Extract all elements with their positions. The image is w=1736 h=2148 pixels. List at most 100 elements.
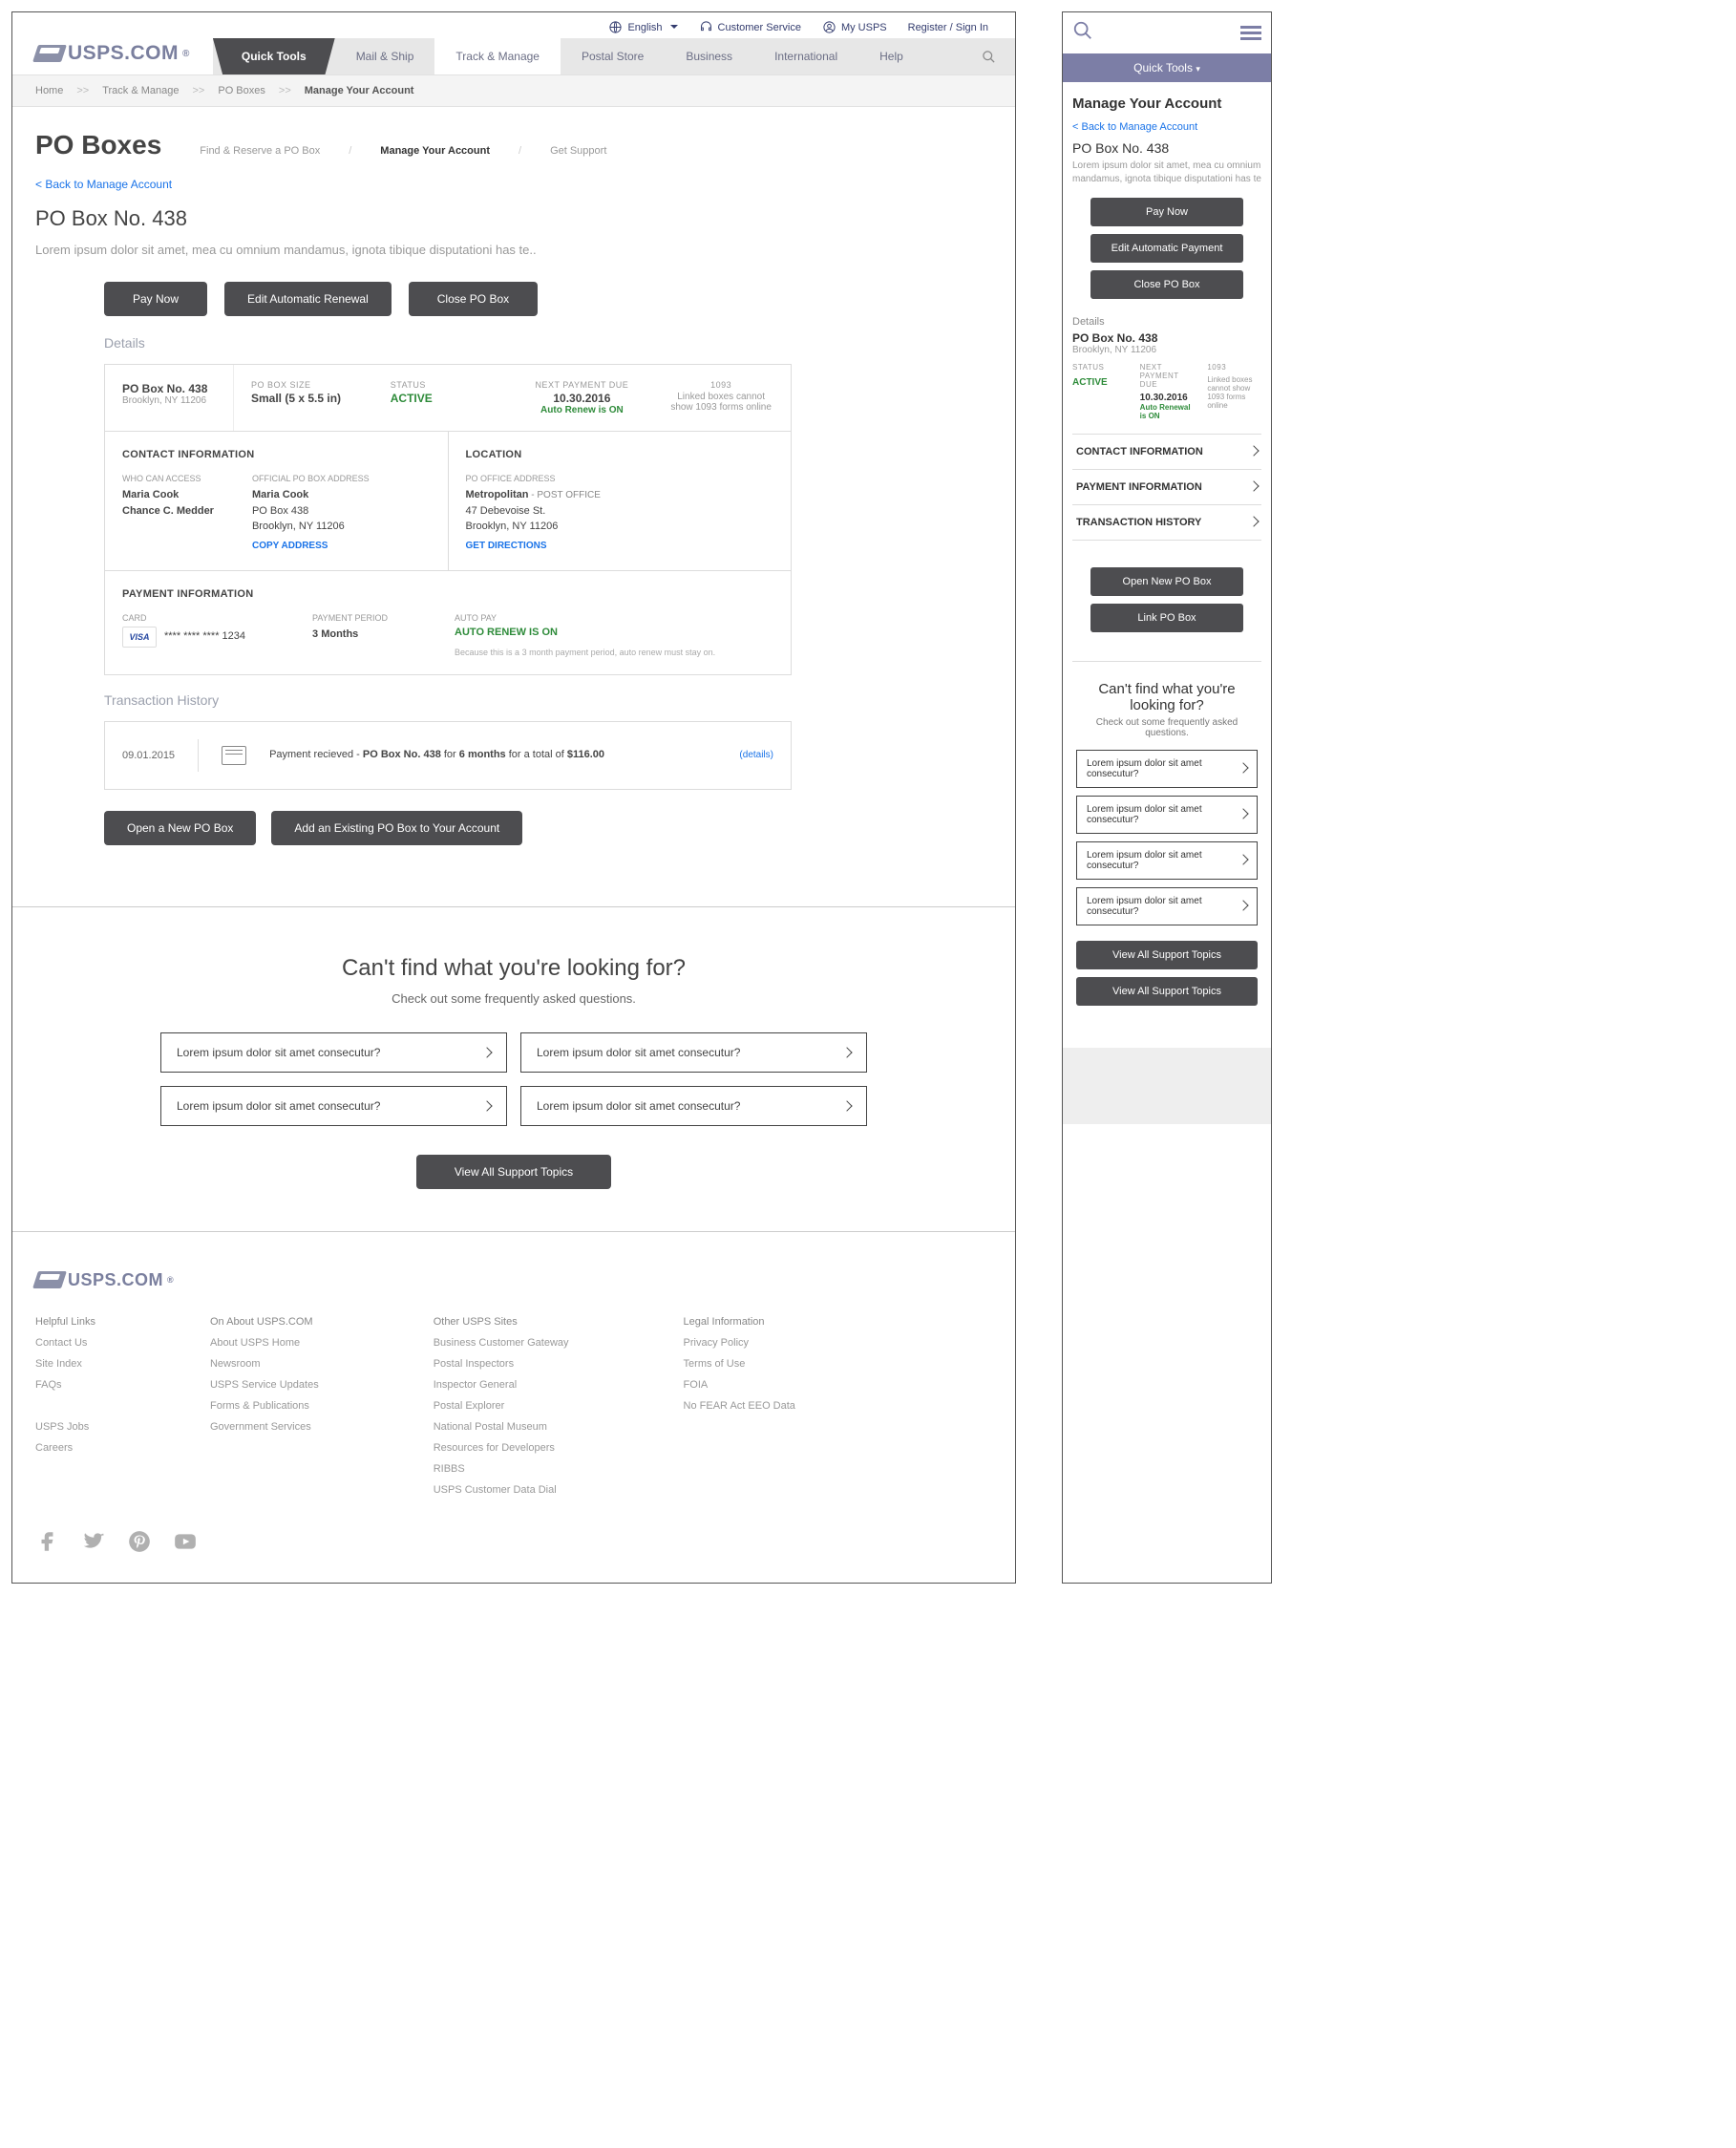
pinterest-icon[interactable] [127, 1529, 152, 1554]
mobile-next-date: 10.30.2016 [1140, 393, 1195, 403]
footer-link[interactable]: FAQs [35, 1374, 95, 1395]
accordion-payment[interactable]: PAYMENT INFORMATION [1072, 470, 1261, 505]
mobile-link-box-button[interactable]: Link PO Box [1090, 604, 1243, 632]
mobile-back-link[interactable]: < Back to Manage Account [1072, 121, 1197, 133]
nav-international[interactable]: International [753, 38, 858, 74]
size-value: Small (5 x 5.5 in) [251, 392, 356, 405]
footer-link[interactable]: Resources for Developers [434, 1437, 569, 1458]
footer-link[interactable]: Newsroom [210, 1353, 319, 1374]
faq-item[interactable]: Lorem ipsum dolor sit amet consecutur? [160, 1086, 507, 1126]
crumb-current: Manage Your Account [305, 85, 414, 96]
logo[interactable]: USPS.COM® [12, 38, 213, 74]
footer-link[interactable]: USPS Jobs [35, 1416, 95, 1437]
nav-help[interactable]: Help [858, 38, 924, 74]
footer-link[interactable]: No FEAR Act EEO Data [684, 1395, 795, 1416]
footer-link[interactable]: Terms of Use [684, 1353, 795, 1374]
mobile-1093-text: Linked boxes cannot show 1093 forms onli… [1207, 375, 1261, 410]
footer-link[interactable]: Privacy Policy [684, 1332, 795, 1353]
footer-link[interactable]: National Postal Museum [434, 1416, 569, 1437]
mobile-box-number: PO Box No. 438 [1072, 331, 1261, 345]
faq-item[interactable]: Lorem ipsum dolor sit amet consecutur? [160, 1032, 507, 1073]
footer-link[interactable]: Government Services [210, 1416, 319, 1437]
payment-period-value: 3 Months [312, 628, 358, 640]
language-selector[interactable]: English [608, 20, 677, 34]
nav-postal-store[interactable]: Postal Store [561, 38, 665, 74]
footer-link[interactable]: Careers [35, 1437, 95, 1458]
address-name: Maria Cook [252, 489, 308, 500]
footer-link[interactable]: Site Index [35, 1353, 95, 1374]
mobile-view-all-button-2[interactable]: View All Support Topics [1076, 977, 1258, 1006]
nav-mail-ship[interactable]: Mail & Ship [335, 38, 435, 74]
address-line2: Brooklyn, NY 11206 [252, 519, 370, 535]
footer-link[interactable]: Forms & Publications [210, 1395, 319, 1416]
status-label: STATUS [391, 380, 496, 390]
accordion-contact[interactable]: CONTACT INFORMATION [1072, 435, 1261, 470]
twitter-icon[interactable] [81, 1529, 106, 1554]
mobile-box-location: Brooklyn, NY 11206 [1072, 345, 1261, 355]
add-existing-po-box-button[interactable]: Add an Existing PO Box to Your Account [271, 811, 522, 845]
txn-date: 09.01.2015 [122, 750, 175, 761]
subnav-find-reserve[interactable]: Find & Reserve a PO Box [200, 145, 320, 157]
view-all-support-button[interactable]: View All Support Topics [416, 1155, 611, 1189]
txn-details-link[interactable]: (details) [739, 750, 773, 760]
visa-card-icon: VISA [122, 627, 157, 648]
subnav-manage[interactable]: Manage Your Account [380, 145, 490, 157]
copy-address-link[interactable]: COPY ADDRESS [252, 541, 328, 551]
hamburger-menu-button[interactable] [1240, 23, 1261, 43]
footer-link[interactable]: FOIA [684, 1374, 795, 1395]
mobile-search-button[interactable] [1072, 20, 1093, 46]
faq-item[interactable]: Lorem ipsum dolor sit amet consecutur? [520, 1032, 867, 1073]
footer-link[interactable]: USPS Customer Data Dial [434, 1479, 569, 1500]
mobile-quick-tools-tab[interactable]: Quick Tools ▾ [1063, 53, 1271, 82]
youtube-icon[interactable] [173, 1529, 198, 1554]
facebook-icon[interactable] [35, 1529, 60, 1554]
open-new-po-box-button[interactable]: Open a New PO Box [104, 811, 256, 845]
accordion-transaction[interactable]: TRANSACTION HISTORY [1072, 505, 1261, 540]
footer-link[interactable]: USPS Service Updates [210, 1374, 319, 1395]
footer-link[interactable]: RIBBS [434, 1458, 569, 1479]
edit-auto-renewal-button[interactable]: Edit Automatic Renewal [224, 282, 392, 316]
po-office-address-label: PO OFFICE ADDRESS [466, 474, 774, 483]
mobile-close-box-button[interactable]: Close PO Box [1090, 270, 1243, 299]
crumb-track-manage[interactable]: Track & Manage [102, 85, 179, 96]
footer-link[interactable]: Contact Us [35, 1332, 95, 1353]
receipt-icon [222, 746, 246, 765]
faq-item[interactable]: Lorem ipsum dolor sit amet consecutur? [520, 1086, 867, 1126]
headset-icon [699, 20, 713, 34]
footer-link[interactable]: About USPS Home [210, 1332, 319, 1353]
footer-link[interactable]: Business Customer Gateway [434, 1332, 569, 1353]
nav-search-button[interactable] [963, 38, 1015, 74]
get-directions-link[interactable]: GET DIRECTIONS [466, 541, 547, 551]
customer-service-link[interactable]: Customer Service [699, 20, 801, 34]
crumb-home[interactable]: Home [35, 85, 63, 96]
box-heading: PO Box No. 438 [35, 206, 992, 231]
mobile-faq-item[interactable]: Lorem ipsum dolor sit amet consecutur? [1076, 796, 1258, 834]
chevron-right-icon [843, 1046, 851, 1059]
register-signin-link[interactable]: Register / Sign In [908, 20, 988, 34]
mobile-faq-item[interactable]: Lorem ipsum dolor sit amet consecutur? [1076, 841, 1258, 880]
chevron-right-icon [1250, 481, 1258, 493]
subnav-support[interactable]: Get Support [550, 145, 606, 157]
mobile-view-all-button[interactable]: View All Support Topics [1076, 941, 1258, 969]
eagle-logo-icon [32, 45, 67, 62]
nav-quick-tools[interactable]: Quick Tools [213, 38, 335, 74]
nav-track-manage[interactable]: Track & Manage [434, 38, 561, 74]
mobile-faq-item[interactable]: Lorem ipsum dolor sit amet consecutur? [1076, 750, 1258, 788]
mobile-edit-payment-button[interactable]: Edit Automatic Payment [1090, 234, 1243, 263]
mobile-open-new-button[interactable]: Open New PO Box [1090, 567, 1243, 596]
footer-link[interactable]: Postal Explorer [434, 1395, 569, 1416]
close-po-box-button[interactable]: Close PO Box [409, 282, 538, 316]
my-usps-link[interactable]: My USPS [822, 20, 887, 34]
mobile-faq-item[interactable]: Lorem ipsum dolor sit amet consecutur? [1076, 887, 1258, 925]
pay-now-button[interactable]: Pay Now [104, 282, 207, 316]
crumb-po-boxes[interactable]: PO Boxes [218, 85, 265, 96]
mobile-faq: Can't find what you're looking for? Chec… [1072, 661, 1261, 1034]
footer-link[interactable]: Inspector General [434, 1374, 569, 1395]
back-link[interactable]: < Back to Manage Account [35, 178, 172, 191]
card-masked: **** **** **** 1234 [164, 628, 245, 645]
size-label: PO BOX SIZE [251, 380, 356, 390]
footer-link[interactable]: Postal Inspectors [434, 1353, 569, 1374]
auto-pay-label: AUTO PAY [455, 613, 715, 623]
mobile-pay-now-button[interactable]: Pay Now [1090, 198, 1243, 226]
nav-business[interactable]: Business [665, 38, 753, 74]
